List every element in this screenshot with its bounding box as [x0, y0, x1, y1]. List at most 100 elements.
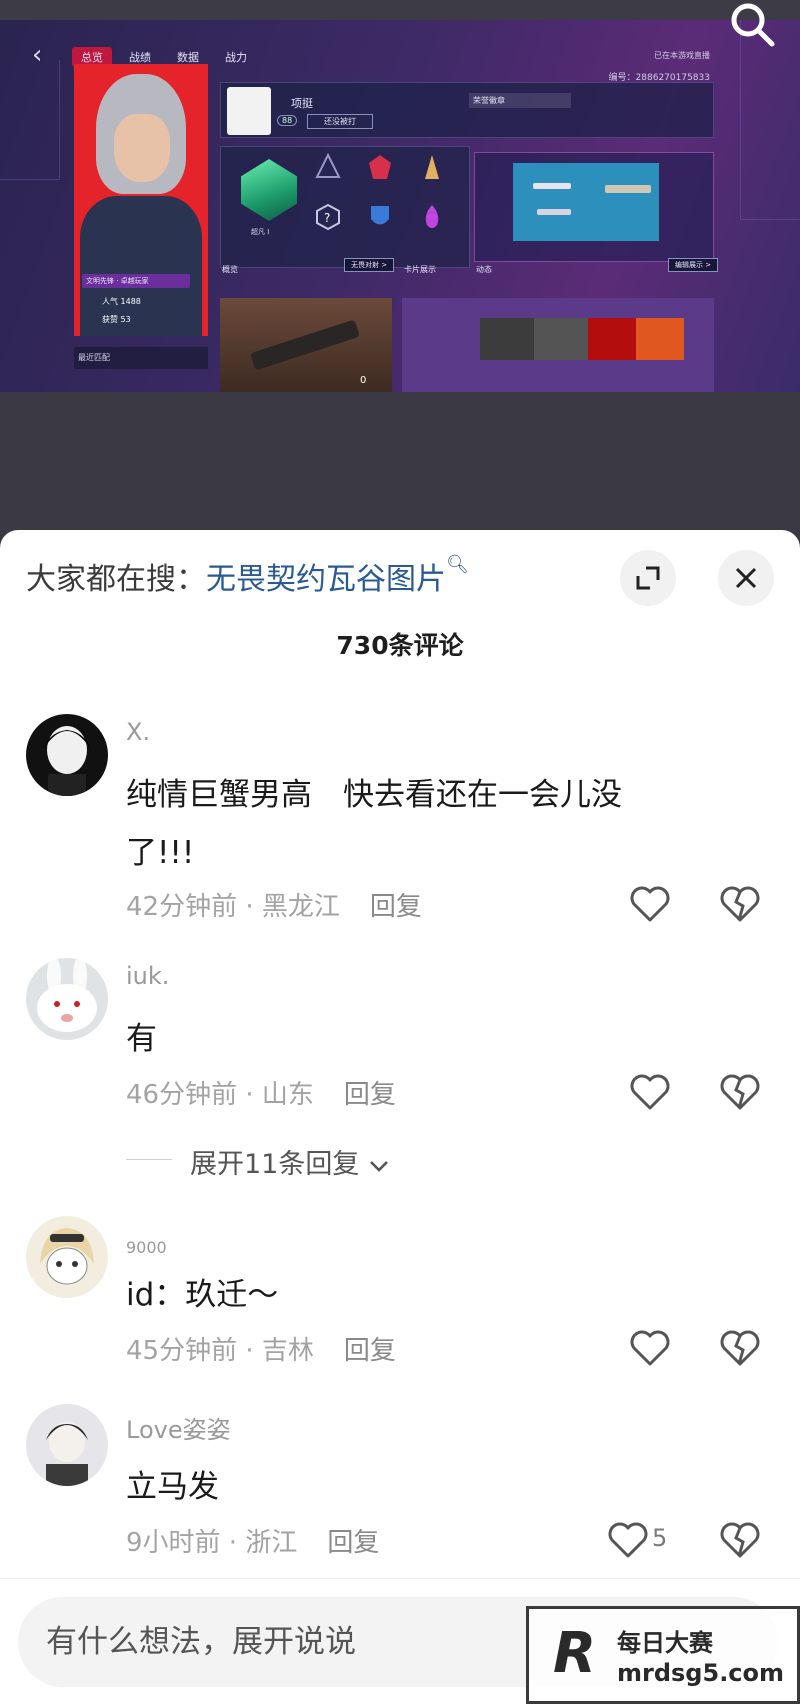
like-heart-icon[interactable] — [628, 884, 672, 924]
close-button[interactable] — [718, 550, 774, 606]
video-player[interactable]: ‹ 总览 战绩 数据 战力 已在本游戏直播 编号：2886270175833 文… — [0, 0, 800, 530]
reply-button[interactable]: 回复 — [344, 1336, 396, 1366]
dislike-broken-heart-icon[interactable] — [718, 1328, 762, 1368]
comment-username[interactable]: X. — [126, 718, 150, 746]
game-profile-screenshot: ‹ 总览 战绩 数据 战力 已在本游戏直播 编号：2886270175833 文… — [0, 20, 800, 392]
dislike-broken-heart-icon[interactable] — [718, 884, 762, 924]
card-swatch — [534, 318, 588, 360]
comment-line: 了!!! — [126, 835, 195, 871]
expand-divider — [126, 1159, 172, 1160]
expand-replies-text: 展开11条回复 — [190, 1149, 360, 1180]
comment-username[interactable]: Love姿姿 — [126, 1410, 231, 1445]
player-avatar — [227, 87, 271, 135]
avatar[interactable] — [26, 714, 108, 796]
comment-line: 立马发 — [126, 1469, 219, 1505]
weapon-rifle — [605, 185, 651, 193]
watermark-title: 每日大赛 — [617, 1629, 713, 1657]
comment-time: 45分钟前 — [126, 1336, 238, 1366]
comment-text: id：玖迁～ — [126, 1266, 686, 1324]
avatar[interactable] — [26, 958, 108, 1040]
card-showcase — [402, 298, 714, 392]
rank-panel: 超凡 I ? — [220, 146, 470, 268]
comment-text: 立马发 — [126, 1458, 686, 1516]
comment-time: 42分钟前 — [126, 892, 238, 922]
overview-button: 无畏对射 > — [344, 258, 395, 272]
like-heart-icon[interactable] — [628, 1072, 672, 1112]
dislike-broken-heart-icon[interactable] — [718, 1520, 762, 1560]
search-suggestion-prefix: 大家都在搜： — [26, 562, 206, 597]
agent-card: 文明先锋 · 卓越玩家 人气 1488 获赞 53 — [74, 64, 208, 336]
rank-gem-icon — [241, 159, 297, 221]
comment-text: 纯情巨蟹男高 快去看还在一会儿没 了!!! — [126, 766, 686, 882]
avatar[interactable] — [26, 1216, 108, 1298]
comment-meta: 45分钟前 · 吉林 回复 — [126, 1336, 396, 1366]
like-heart-icon[interactable] — [628, 1328, 672, 1368]
comment-location: 吉林 — [261, 1336, 314, 1366]
agent-popularity: 人气 1488 — [102, 297, 141, 306]
gameplay-likes: 0 — [360, 375, 367, 386]
game-back-icon: ‹ — [32, 40, 43, 70]
comment-line: 有 — [126, 1021, 157, 1057]
dynamics-label: 动态 — [476, 265, 492, 274]
watermark: R 每日大赛 mrdsg5.com — [526, 1606, 800, 1704]
game-tab: 战力 — [225, 51, 247, 64]
agent-badge: 文明先锋 · 卓越玩家 — [82, 274, 190, 288]
player-level: 88 — [277, 115, 298, 126]
comment-username[interactable]: 9000 — [126, 1238, 167, 1257]
gameplay-gun — [249, 319, 361, 371]
player-tag: 荣誉徽章 — [469, 93, 571, 108]
comment-username[interactable]: iuk. — [126, 962, 169, 990]
card-swatch — [636, 318, 684, 360]
search-suggestion-term[interactable]: 无畏契约瓦谷图片 — [206, 562, 446, 597]
watermark-logo: R — [553, 1621, 597, 1686]
like-heart-icon[interactable] — [606, 1520, 650, 1560]
rank-label: 超凡 I — [251, 228, 270, 236]
expand-sheet-button[interactable] — [620, 550, 676, 606]
reply-button[interactable]: 回复 — [327, 1528, 379, 1558]
reply-button[interactable]: 回复 — [370, 892, 422, 922]
weapon-shotgun — [533, 183, 571, 189]
comment-sheet: 大家都在搜：无畏契约瓦谷图片🔍︎ 730条评论 X. 纯情巨蟹男高 快去看还在一… — [0, 530, 800, 1704]
purple-flame-icon — [425, 205, 439, 228]
avatar[interactable] — [26, 1404, 108, 1486]
card-swatch — [588, 318, 636, 360]
comment-location: 黑龙江 — [261, 892, 340, 922]
comment-time: 46分钟前 — [126, 1080, 238, 1110]
comment-meta: 42分钟前 · 黑龙江 回复 — [126, 892, 422, 922]
comment-time: 9小时前 — [126, 1528, 221, 1558]
close-icon — [735, 567, 757, 589]
agent-face — [114, 114, 170, 182]
expand-icon — [636, 566, 660, 590]
card-swatch — [480, 318, 534, 360]
question-hex-icon: ? — [316, 203, 340, 231]
chevron-down-icon — [370, 1161, 388, 1172]
decor-line — [740, 20, 800, 220]
agent-coat — [80, 196, 202, 336]
comment-location: 山东 — [261, 1080, 314, 1110]
like-count: 5 — [652, 1524, 668, 1552]
search-suggestion[interactable]: 大家都在搜：无畏契约瓦谷图片🔍︎ — [26, 554, 469, 598]
expand-replies-button[interactable]: 展开11条回复 — [126, 1140, 526, 1180]
avatar-image — [26, 714, 108, 796]
game-status-text: 已在本游戏直播 — [654, 51, 710, 60]
comment-meta: 9小时前 · 浙江 回复 — [126, 1528, 380, 1558]
recent-match-label: 最近匹配 — [74, 347, 208, 369]
weapon-box — [513, 163, 659, 241]
comment-line: 纯情巨蟹男高 快去看还在一会儿没 — [126, 777, 622, 813]
avatar-image — [26, 958, 108, 1040]
agent-likes: 获赞 53 — [102, 315, 131, 324]
svg-text:?: ? — [324, 211, 330, 225]
weapon-pistol — [537, 209, 571, 215]
rank-gold-icon — [425, 155, 439, 179]
player-status: 还没被打 — [307, 114, 373, 129]
comment-meta: 46分钟前 · 山东 回复 — [126, 1080, 396, 1110]
showcase-label: 卡片展示 — [404, 265, 436, 274]
search-icon[interactable] — [728, 2, 778, 48]
rank-red-badge-icon — [369, 155, 391, 179]
decor-line — [0, 60, 60, 180]
dislike-broken-heart-icon[interactable] — [718, 1072, 762, 1112]
comment-line: id：玖迁～ — [126, 1277, 279, 1313]
reply-button[interactable]: 回复 — [344, 1080, 396, 1110]
comment-count: 730条评论 — [336, 631, 464, 660]
comment-location: 浙江 — [245, 1528, 298, 1558]
